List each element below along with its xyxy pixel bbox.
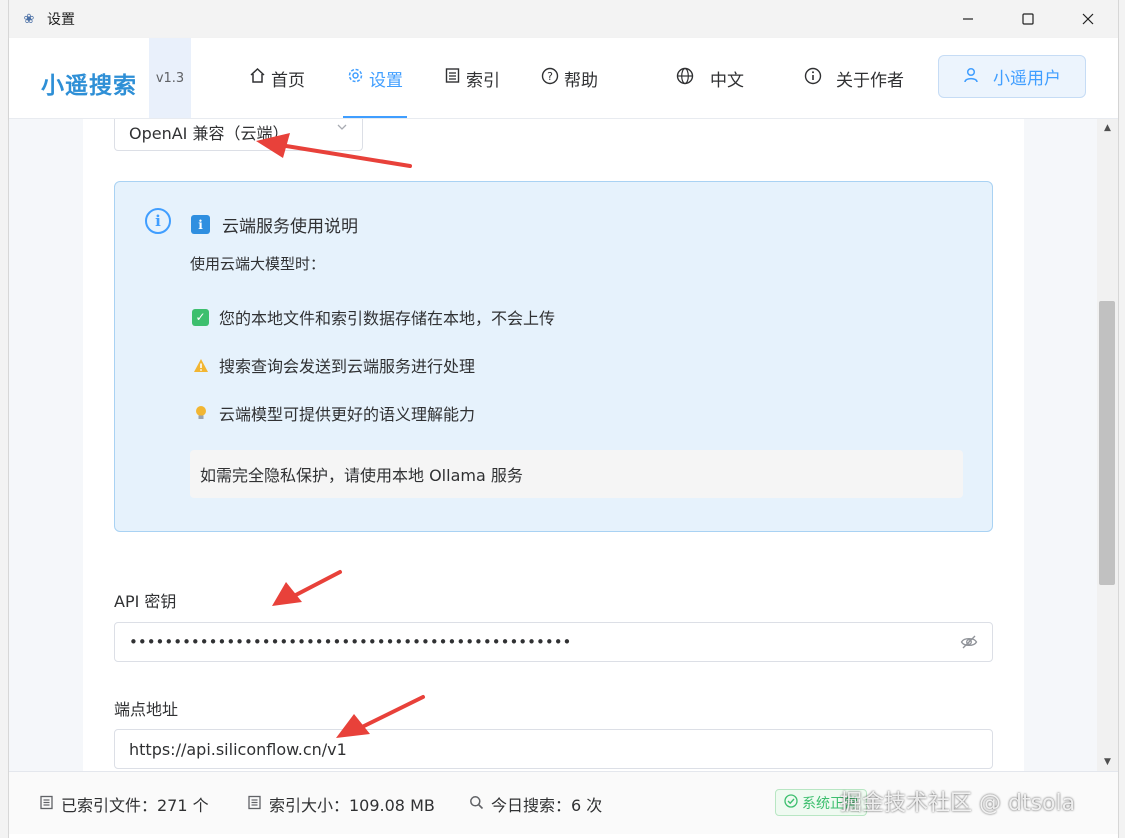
- api-key-label: API 密钥: [114, 592, 177, 611]
- settings-card: OpenAI 兼容（云端） i i 云端服务使用说明 使用云端大模型时： ✓ 您…: [83, 119, 1024, 771]
- scroll-down-arrow[interactable]: ▼: [1097, 753, 1118, 771]
- endpoint-label: 端点地址: [114, 700, 179, 719]
- info-title: i 云端服务使用说明: [191, 212, 358, 237]
- nav-index[interactable]: 索引: [444, 38, 500, 118]
- user-icon: [963, 67, 979, 87]
- brand-logo[interactable]: 小遥搜索: [41, 66, 137, 100]
- index-size-stat: 索引大小：109.08 MB: [247, 792, 435, 816]
- minimize-button[interactable]: [938, 0, 998, 38]
- settings-content[interactable]: OpenAI 兼容（云端） i i 云端服务使用说明 使用云端大模型时： ✓ 您…: [9, 119, 1097, 771]
- app-logo-icon: ❀: [23, 11, 35, 27]
- list-icon: [247, 795, 262, 814]
- scroll-up-arrow[interactable]: ▲: [1097, 119, 1118, 137]
- privacy-note-text: 如需完全隐私保护，请使用本地 Ollama 服务: [200, 466, 523, 485]
- maximize-icon: [1022, 13, 1034, 25]
- version-badge: v1.3: [149, 38, 191, 118]
- today-searches-text: 今日搜索：6 次: [491, 796, 603, 815]
- bullet-text: 您的本地文件和索引数据存储在本地，不会上传: [219, 309, 556, 328]
- nav-settings-label: 设置: [369, 70, 403, 91]
- nav-help-label: 帮助: [564, 70, 598, 91]
- check-icon: ✓: [192, 308, 209, 326]
- eye-off-icon[interactable]: [960, 633, 978, 655]
- svg-text:?: ?: [547, 70, 553, 83]
- nav-index-label: 索引: [466, 70, 500, 91]
- privacy-note: 如需完全隐私保护，请使用本地 Ollama 服务: [190, 450, 963, 498]
- today-searches-stat: 今日搜索：6 次: [469, 792, 602, 816]
- warning-icon: [192, 358, 209, 373]
- index-size-text: 索引大小：109.08 MB: [269, 796, 435, 815]
- indexed-files-text: 已索引文件：271 个: [61, 796, 209, 815]
- search-icon: [469, 795, 484, 814]
- info-title-text: 云端服务使用说明: [222, 217, 358, 237]
- list-icon: [444, 67, 461, 89]
- info-bullet-semantic: 云端模型可提供更好的语义理解能力: [192, 401, 475, 425]
- close-button[interactable]: [1058, 0, 1118, 38]
- info-intro: 使用云端大模型时：: [190, 255, 326, 273]
- minimize-icon: [963, 18, 973, 20]
- language-switch[interactable]: 中文: [676, 38, 744, 118]
- cloud-service-info: i i 云端服务使用说明 使用云端大模型时： ✓ 您的本地文件和索引数据存储在本…: [114, 181, 993, 532]
- maximize-button[interactable]: [998, 0, 1058, 38]
- globe-icon: [676, 67, 694, 90]
- help-icon: ?: [541, 67, 559, 90]
- api-key-value: ••••••••••••••••••••••••••••••••••••••••…: [129, 633, 572, 651]
- top-navbar: 小遥搜索 v1.3 首页 设置 索引 ? 帮助 中文 关于作者 小遥用户: [9, 38, 1118, 119]
- app-window: ❀ 设置 小遥搜索 v1.3 首页 设置 索引 ? 帮助 中文 关于作者 小遥用…: [8, 0, 1119, 838]
- nav-about-label: 关于作者: [836, 70, 904, 91]
- scrollbar-thumb[interactable]: [1099, 301, 1115, 585]
- nav-home[interactable]: 首页: [249, 38, 305, 118]
- vertical-scrollbar[interactable]: ▲ ▼: [1097, 119, 1118, 771]
- nav-settings[interactable]: 设置: [343, 38, 407, 118]
- language-label: 中文: [710, 70, 744, 91]
- endpoint-value: https://api.siliconflow.cn/v1: [129, 739, 347, 759]
- lightbulb-icon: [192, 405, 209, 421]
- info-bullet-local: ✓ 您的本地文件和索引数据存储在本地，不会上传: [192, 305, 555, 329]
- endpoint-input[interactable]: https://api.siliconflow.cn/v1: [114, 729, 993, 769]
- user-button[interactable]: 小遥用户: [938, 55, 1086, 98]
- info-icon: [804, 67, 822, 90]
- info-circle-icon: i: [145, 208, 171, 234]
- window-controls: [938, 0, 1118, 38]
- nav-home-label: 首页: [271, 70, 305, 91]
- home-icon: [249, 67, 266, 89]
- chevron-down-icon: [336, 121, 348, 136]
- check-circle-icon: [784, 793, 798, 812]
- api-key-input[interactable]: ••••••••••••••••••••••••••••••••••••••••…: [114, 622, 993, 662]
- nav-about-author[interactable]: 关于作者: [804, 38, 904, 118]
- window-title: 设置: [47, 12, 75, 28]
- info-badge-icon: i: [191, 215, 210, 234]
- provider-select[interactable]: OpenAI 兼容（云端）: [114, 119, 363, 151]
- bullet-text: 云端模型可提供更好的语义理解能力: [219, 405, 476, 424]
- bullet-text: 搜索查询会发送到云端服务进行处理: [219, 357, 476, 376]
- title-bar: ❀ 设置: [9, 0, 1118, 38]
- user-button-label: 小遥用户: [993, 69, 1061, 89]
- nav-help[interactable]: ? 帮助: [541, 38, 598, 118]
- watermark: 掘金技术社区 @ dtsola: [840, 791, 1076, 816]
- indexed-files-stat: 已索引文件：271 个: [39, 792, 209, 816]
- provider-select-value: OpenAI 兼容（云端）: [129, 123, 289, 143]
- info-bullet-cloud: 搜索查询会发送到云端服务进行处理: [192, 353, 475, 377]
- gear-icon: [347, 67, 364, 89]
- close-icon: [1082, 13, 1094, 25]
- list-icon: [39, 795, 54, 814]
